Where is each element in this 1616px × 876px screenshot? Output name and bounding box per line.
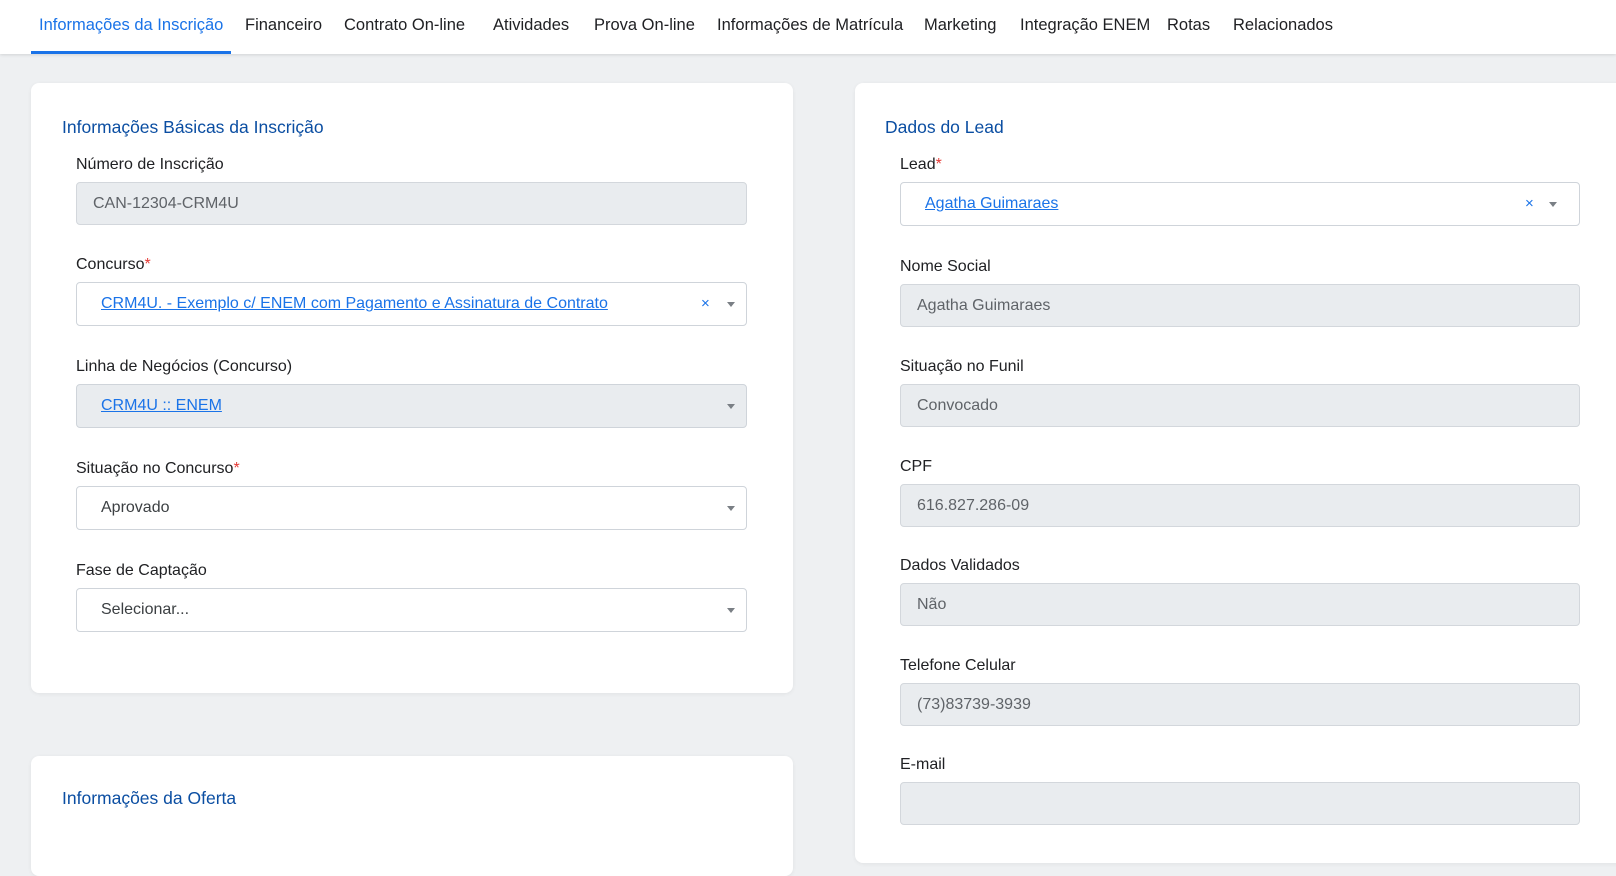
tab-informacoes-inscricao[interactable]: Informações da Inscrição — [31, 0, 232, 54]
situacao-concurso-label: Situação no Concurso* — [76, 460, 240, 478]
situacao-funil-value: Convocado — [917, 397, 998, 414]
tab-financeiro[interactable]: Financeiro — [245, 0, 322, 53]
tab-integracao-enem[interactable]: Integração ENEM — [1020, 0, 1150, 53]
lead-select[interactable]: Agatha Guimaraes × — [900, 182, 1580, 226]
fase-captacao-select[interactable]: Selecionar... — [76, 588, 747, 632]
tab-bar: Informações da Inscrição Financeiro Cont… — [0, 0, 1616, 54]
tab-rotas[interactable]: Rotas — [1167, 0, 1210, 53]
lead-chevron-down-icon[interactable] — [1549, 202, 1557, 207]
lead-card-title: Dados do Lead — [885, 117, 1004, 137]
cpf-field: 616.827.286-09 — [900, 484, 1580, 527]
email-field — [900, 782, 1580, 825]
tab-informacoes-matricula[interactable]: Informações de Matrícula — [717, 0, 903, 53]
concurso-chevron-down-icon[interactable] — [727, 302, 735, 307]
tab-marketing[interactable]: Marketing — [924, 0, 996, 53]
lead-card: Dados do Lead Lead* Agatha Guimaraes × N… — [855, 83, 1616, 863]
linha-negocios-select[interactable]: CRM4U :: ENEM — [76, 384, 747, 428]
situacao-concurso-select[interactable]: Aprovado — [76, 486, 747, 530]
linha-negocios-label: Linha de Negócios (Concurso) — [76, 358, 293, 375]
cpf-label: CPF — [900, 458, 932, 475]
fase-captacao-placeholder: Selecionar... — [101, 601, 190, 618]
nome-social-label: Nome Social — [900, 258, 991, 275]
telefone-celular-value: (73)83739-3939 — [917, 696, 1031, 713]
dados-validados-value: Não — [917, 596, 947, 613]
fase-captacao-chevron-down-icon[interactable] — [727, 608, 735, 613]
tab-contrato-online[interactable]: Contrato On-line — [344, 0, 465, 53]
cpf-value: 616.827.286-09 — [917, 497, 1030, 514]
oferta-title: Informações da Oferta — [62, 788, 237, 808]
telefone-celular-field: (73)83739-3939 — [900, 683, 1580, 726]
fase-captacao-label: Fase de Captação — [76, 562, 207, 579]
situacao-funil-field: Convocado — [900, 384, 1580, 427]
situacao-concurso-value: Aprovado — [101, 499, 170, 516]
lead-clear-icon[interactable]: × — [1525, 183, 1534, 225]
numero-inscricao-field: CAN-12304-CRM4U — [76, 182, 747, 225]
situacao-funil-label: Situação no Funil — [900, 358, 1024, 375]
email-label: E-mail — [900, 756, 946, 773]
numero-inscricao-label: Número de Inscrição — [76, 156, 224, 173]
nome-social-value: Agatha Guimaraes — [917, 297, 1051, 314]
dados-validados-label: Dados Validados — [900, 557, 1020, 574]
concurso-label-text: Concurso — [76, 256, 145, 273]
linha-negocios-chevron-down-icon[interactable] — [727, 404, 735, 409]
lead-label-text: Lead — [900, 156, 936, 173]
required-marker: * — [935, 156, 942, 173]
tab-atividades[interactable]: Atividades — [493, 0, 569, 53]
situacao-concurso-label-text: Situação no Concurso — [76, 460, 234, 477]
lead-value-link[interactable]: Agatha Guimaraes — [925, 183, 1058, 225]
linha-negocios-value-link[interactable]: CRM4U :: ENEM — [101, 385, 222, 427]
concurso-select[interactable]: CRM4U. - Exemplo c/ ENEM com Pagamento e… — [76, 282, 747, 326]
tab-relacionados[interactable]: Relacionados — [1233, 0, 1333, 53]
required-marker: * — [233, 460, 240, 477]
telefone-celular-label: Telefone Celular — [900, 657, 1016, 674]
oferta-card: Informações da Oferta — [31, 756, 793, 876]
nome-social-field: Agatha Guimaraes — [900, 284, 1580, 327]
concurso-label: Concurso* — [76, 256, 151, 274]
concurso-clear-icon[interactable]: × — [701, 283, 710, 325]
concurso-value-link[interactable]: CRM4U. - Exemplo c/ ENEM com Pagamento e… — [101, 283, 608, 325]
lead-label: Lead* — [900, 156, 942, 174]
basic-info-card: Informações Básicas da Inscrição Número … — [31, 83, 793, 693]
numero-inscricao-value: CAN-12304-CRM4U — [93, 195, 239, 212]
tab-prova-online[interactable]: Prova On-line — [594, 0, 695, 53]
dados-validados-field: Não — [900, 583, 1580, 626]
required-marker: * — [144, 256, 151, 273]
situacao-concurso-chevron-down-icon[interactable] — [727, 506, 735, 511]
basic-info-title: Informações Básicas da Inscrição — [62, 117, 324, 137]
